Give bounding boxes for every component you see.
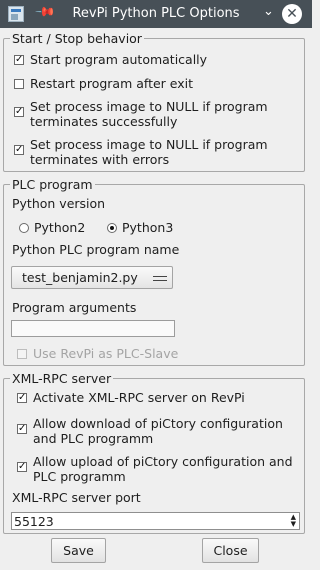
xmlrpc-legend: XML-RPC server <box>12 371 112 386</box>
program-name-label: Python PLC program name <box>12 242 180 257</box>
checkbox-label: Restart program after exit <box>30 76 194 91</box>
radio-label: Python2 <box>34 220 86 235</box>
chevron-down-icon[interactable]: ⌄ <box>263 4 274 19</box>
checkbox-label: Set process image to NULL if program ter… <box>30 99 268 129</box>
radio-button[interactable] <box>107 223 117 233</box>
checkbox-label: Set process image to NULL if program ter… <box>30 137 268 167</box>
radio-label: Python3 <box>122 220 174 235</box>
plc-program-legend: PLC program <box>12 177 93 192</box>
checkbox-box[interactable] <box>14 79 24 89</box>
radio-python2[interactable]: Python2 <box>19 220 85 235</box>
program-arguments-input[interactable] <box>11 320 175 337</box>
title-bar[interactable]: 📌 RevPi Python PLC Options ⌄ ✕ <box>0 0 312 28</box>
checkbox-box[interactable]: ✓ <box>14 145 24 155</box>
radio-python3[interactable]: Python3 <box>107 220 173 235</box>
dropdown-indicator-icon <box>153 276 167 281</box>
port-value: 55123 <box>14 514 54 529</box>
checkbox-box[interactable]: ✓ <box>17 424 27 434</box>
xmlrpc-port-spinbox[interactable]: 55123 ▲ ▼ <box>11 512 300 530</box>
program-arguments-label: Program arguments <box>12 300 137 315</box>
activate-xmlrpc-checkbox[interactable]: ✓ Activate XML-RPC server on RevPi <box>17 390 245 405</box>
allow-upload-checkbox[interactable]: ✓ Allow upload of piCtory configuration … <box>17 454 300 484</box>
save-button[interactable]: Save <box>51 538 106 563</box>
program-name-value: test_benjamin2.py <box>22 270 138 285</box>
xmlrpc-port-label: XML-RPC server port <box>12 490 141 505</box>
restart-after-exit-checkbox[interactable]: Restart program after exit <box>14 76 193 91</box>
checkbox-box[interactable]: ✓ <box>17 462 27 472</box>
allow-download-checkbox[interactable]: ✓ Allow download of piCtory configuratio… <box>17 416 300 446</box>
checkbox-label: Allow download of piCtory configuration … <box>33 416 283 446</box>
radio-button[interactable] <box>19 223 29 233</box>
checkbox-label: Allow upload of piCtory configuration an… <box>33 454 293 484</box>
python-version-label: Python version <box>12 196 106 211</box>
checkbox-box[interactable]: ✓ <box>14 107 24 117</box>
checkbox-label: Start program automatically <box>30 52 208 67</box>
start-auto-checkbox[interactable]: ✓ Start program automatically <box>14 52 207 67</box>
checkbox-label: Use RevPi as PLC-Slave <box>33 346 179 361</box>
checkbox-box[interactable]: ✓ <box>14 55 24 65</box>
null-on-success-checkbox[interactable]: ✓ Set process image to NULL if program t… <box>14 99 284 129</box>
plc-slave-checkbox[interactable]: Use RevPi as PLC-Slave <box>17 346 178 361</box>
window-close-button[interactable]: ✕ <box>282 4 302 24</box>
spin-down-icon[interactable]: ▼ <box>291 521 296 528</box>
close-button[interactable]: Close <box>202 538 259 563</box>
start-stop-legend: Start / Stop behavior <box>12 31 142 46</box>
checkbox-box[interactable]: ✓ <box>17 393 27 403</box>
program-name-select[interactable]: test_benjamin2.py <box>11 266 173 289</box>
checkbox-box[interactable] <box>17 349 27 359</box>
null-on-errors-checkbox[interactable]: ✓ Set process image to NULL if program t… <box>14 137 284 167</box>
checkbox-label: Activate XML-RPC server on RevPi <box>33 390 245 405</box>
